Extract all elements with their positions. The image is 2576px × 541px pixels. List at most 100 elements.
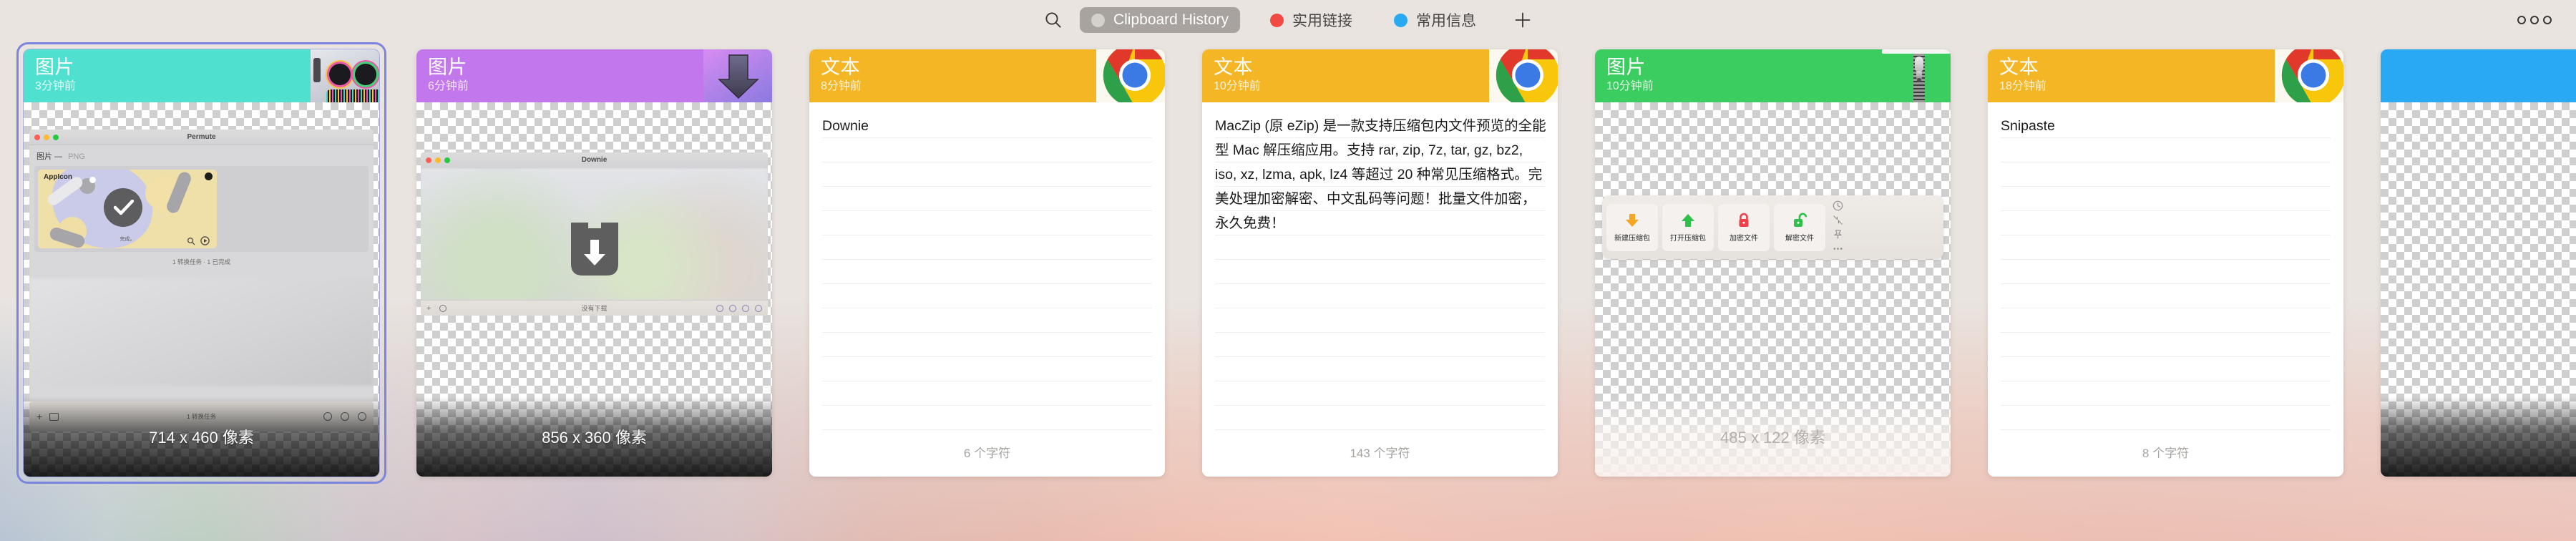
clipboard-card-snipaste-text[interactable]: 文本 18分钟前 Snipaste 8 个字符 [1981, 42, 2351, 484]
card-header-text: 图片 6分钟前 [416, 49, 469, 94]
character-count-label: 8 个字符 [2142, 447, 2190, 460]
card-body: Snipaste 8 个字符 [1988, 102, 2343, 477]
permute-app-icon [311, 49, 379, 102]
tab-dot-icon [1394, 13, 1408, 27]
clipboard-text-content: Snipaste [2001, 118, 2055, 134]
clock-icon[interactable] [1833, 200, 1843, 211]
card-surface[interactable]: 图片 6分钟前 Downie + 没有下载 856 x 360 像素 [416, 49, 772, 477]
chrome-icon [1096, 49, 1165, 102]
card-time-label: 18分钟前 [1999, 80, 2046, 92]
clipboard-text-content: MacZip (原 eZip) 是一款支持压缩包内文件预览的全能型 Mac 解压… [1215, 118, 1546, 231]
card-kind-label: 图片 [428, 57, 467, 78]
card-header-text: 文本 10分钟前 [1202, 49, 1261, 94]
clipboard-card-maczip-text[interactable]: 文本 10分钟前 MacZip (原 eZip) 是一款支持压缩包内文件预览的全… [1195, 42, 1565, 484]
preview-subtitle-left: 图片 — [36, 152, 63, 161]
chrome-icon [2275, 49, 2343, 102]
card-body: MacZip (原 eZip) 是一款支持压缩包内文件预览的全能型 Mac 解压… [1202, 102, 1558, 477]
clipboard-text-content: Downie [822, 118, 869, 134]
ellipsis-icon[interactable] [1833, 243, 1843, 254]
preview-pause-icon [439, 304, 447, 312]
card-header: 文本 18分钟前 [1988, 49, 2343, 102]
tab-common-info[interactable]: 常用信息 [1382, 7, 1488, 33]
maczip-button-label: 加密文件 [1729, 234, 1758, 243]
preview-status-text: 没有下载 [581, 305, 608, 312]
card-kind-label: 图片 [1606, 57, 1646, 78]
clipboard-card-partial[interactable] [2373, 42, 2576, 484]
toolbar-center-group: Clipboard History 实用链接 常用信息 [1037, 4, 1539, 36]
pin-icon[interactable] [1833, 229, 1843, 240]
maczip-button-label: 打开压缩包 [1670, 234, 1706, 243]
maczip-decrypt-button[interactable]: 解密文件 [1774, 203, 1825, 251]
chrome-icon [1489, 49, 1558, 102]
preview-titlebar: Permute [29, 130, 374, 145]
search-icon[interactable] [1037, 4, 1070, 36]
card-body: 新建压缩包 打开压缩包 加密文件 解密文件 485 x 122 像素 [1595, 102, 1951, 477]
card-kind-label: 文本 [821, 57, 860, 78]
collapse-icon[interactable] [1833, 215, 1843, 225]
tab-label: 常用信息 [1416, 13, 1477, 29]
character-count-label: 6 个字符 [963, 447, 1011, 460]
card-time-label: 6分钟前 [428, 80, 469, 92]
card-header-text: 图片 3分钟前 [24, 49, 76, 94]
card-surface[interactable]: 文本 8分钟前 Downie 6 个字符 [809, 49, 1165, 477]
maczip-toolbar-preview: 新建压缩包 打开压缩包 加密文件 解密文件 [1602, 195, 1943, 259]
card-body: Permute 图片 — PNG AppIcon 完成。 1 转换任务 · 1 … [24, 102, 379, 477]
text-ruled-lines [2001, 114, 2331, 435]
image-dimension-label: 856 x 360 像素 [542, 429, 647, 447]
more-dot-2-icon [2530, 16, 2539, 24]
card-time-label: 10分钟前 [1214, 80, 1261, 92]
tab-label: Clipboard History [1113, 11, 1229, 28]
tab-label: 实用链接 [1292, 13, 1353, 29]
clipboard-card-list[interactable]: 图片 3分钟前 Permute 图片 — PNG AppIcon 完成。 1 转… [0, 40, 2576, 541]
image-dimension-overlay: 485 x 122 像素 [1595, 396, 1951, 477]
card-time-label: 8分钟前 [821, 80, 862, 92]
preview-remove-icon [205, 172, 213, 180]
card-time-label: 10分钟前 [1606, 80, 1654, 92]
image-dimension-overlay [2381, 396, 2576, 477]
clipboard-card-permute-image[interactable]: 图片 3分钟前 Permute 图片 — PNG AppIcon 完成。 1 转… [16, 42, 386, 484]
maczip-encrypt-button[interactable]: 加密文件 [1718, 203, 1770, 251]
card-header-text: 图片 10分钟前 [1595, 49, 1654, 94]
tab-useful-links[interactable]: 实用链接 [1259, 7, 1364, 33]
card-header [2381, 49, 2576, 102]
maczip-zipper-icon [1882, 49, 1951, 102]
card-surface[interactable]: 文本 18分钟前 Snipaste 8 个字符 [1988, 49, 2343, 477]
preview-search-icon [187, 237, 195, 245]
more-options-icon[interactable] [2512, 0, 2557, 40]
card-surface[interactable]: 图片 3分钟前 Permute 图片 — PNG AppIcon 完成。 1 转… [24, 49, 379, 477]
card-header: 图片 6分钟前 [416, 49, 772, 102]
maczip-new-archive-button[interactable]: 新建压缩包 [1606, 203, 1658, 251]
maczip-side-icons [1833, 200, 1843, 254]
card-header-text: 文本 8分钟前 [809, 49, 862, 94]
preview-subtitle-right: PNG [68, 152, 85, 161]
maczip-button-label: 解密文件 [1785, 234, 1814, 243]
clipboard-card-downie-image[interactable]: 图片 6分钟前 Downie + 没有下载 856 x 360 像素 [409, 42, 779, 484]
card-header: 文本 10分钟前 [1202, 49, 1558, 102]
clipboard-card-downie-text[interactable]: 文本 8分钟前 Downie 6 个字符 [802, 42, 1172, 484]
maczip-button-label: 新建压缩包 [1614, 234, 1650, 243]
card-kind-label: 文本 [1999, 57, 2039, 78]
preview-help-icon [755, 304, 762, 312]
tab-dot-icon [1270, 13, 1284, 27]
image-dimension-label: 714 x 460 像素 [149, 429, 254, 447]
maczip-open-archive-button[interactable]: 打开压缩包 [1662, 203, 1714, 251]
card-surface[interactable]: 图片 10分钟前 新建压缩包 打开压缩包 加密文件 解密文件 485 x 122… [1595, 49, 1951, 477]
card-body: Downie + 没有下载 856 x 360 像素 [416, 102, 772, 477]
preview-footer-text: 1 转换任务 · 1 已完成 [172, 258, 231, 265]
image-dimension-overlay: 856 x 360 像素 [416, 396, 772, 477]
plus-icon[interactable] [1506, 4, 1539, 36]
tab-clipboard-history[interactable]: Clipboard History [1079, 7, 1241, 33]
card-surface[interactable] [2381, 49, 2576, 477]
downie-app-icon [703, 49, 772, 102]
preview-search-icon [716, 304, 723, 312]
downie-window-preview: Downie + 没有下载 [421, 152, 768, 316]
upload-arrow-icon [1682, 213, 1694, 227]
more-dot-3-icon [2543, 16, 2552, 24]
card-surface[interactable]: 文本 10分钟前 MacZip (原 eZip) 是一款支持压缩包内文件预览的全… [1202, 49, 1558, 477]
text-ruled-lines [822, 114, 1152, 435]
preview-item-name: AppIcon [44, 173, 72, 181]
clipboard-card-maczip-image[interactable]: 图片 10分钟前 新建压缩包 打开压缩包 加密文件 解密文件 485 x 122… [1588, 42, 1958, 484]
more-dot-1-icon [2517, 16, 2526, 24]
card-kind-label: 文本 [1214, 57, 1253, 78]
preview-clear-icon [729, 304, 736, 312]
